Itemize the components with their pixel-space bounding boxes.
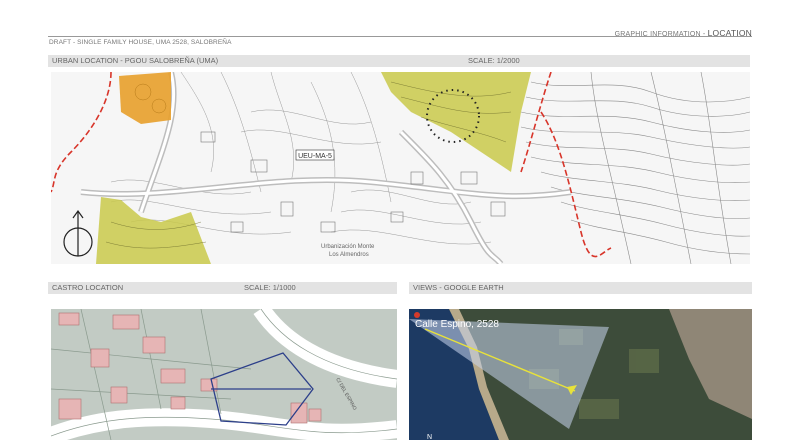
google-earth-view[interactable]: Calle Espino, 2528 N bbox=[409, 309, 752, 440]
castro-map[interactable]: C/ DEL ESPINO bbox=[51, 309, 397, 440]
castro-scale: SCALE: 1/1000 bbox=[244, 283, 296, 292]
urban-location-map[interactable]: UEU-MA-5 Urbanización Monte Los Almendro… bbox=[51, 72, 750, 264]
earth-title-bar: VIEWS - GOOGLE EARTH bbox=[409, 282, 752, 294]
castro-title-bar: CASTRO LOCATION SCALE: 1/1000 bbox=[48, 282, 397, 294]
place-label: Calle Espino, 2528 bbox=[415, 319, 499, 330]
north-arrow-icon bbox=[63, 209, 93, 257]
svg-text:C/ DEL ESPINO: C/ DEL ESPINO bbox=[334, 377, 357, 411]
urban-title-bar: URBAN LOCATION - PGOU SALOBREÑA (UMA) SC… bbox=[48, 55, 750, 67]
earth-title: VIEWS - GOOGLE EARTH bbox=[413, 283, 504, 292]
urban-title: URBAN LOCATION - PGOU SALOBREÑA (UMA) bbox=[52, 56, 219, 65]
map-text-2: Los Almendros bbox=[329, 252, 369, 258]
castro-title: CASTRO LOCATION bbox=[52, 283, 124, 292]
urban-scale: SCALE: 1/2000 bbox=[468, 56, 520, 65]
header-divider bbox=[48, 36, 752, 37]
document-subtitle: DRAFT - SINGLE FAMILY HOUSE, UMA 2528, S… bbox=[49, 39, 232, 46]
zone-label: UEU-MA-5 bbox=[298, 153, 332, 160]
map-text-1: Urbanización Monte bbox=[321, 244, 375, 250]
north-label: N bbox=[427, 434, 432, 440]
